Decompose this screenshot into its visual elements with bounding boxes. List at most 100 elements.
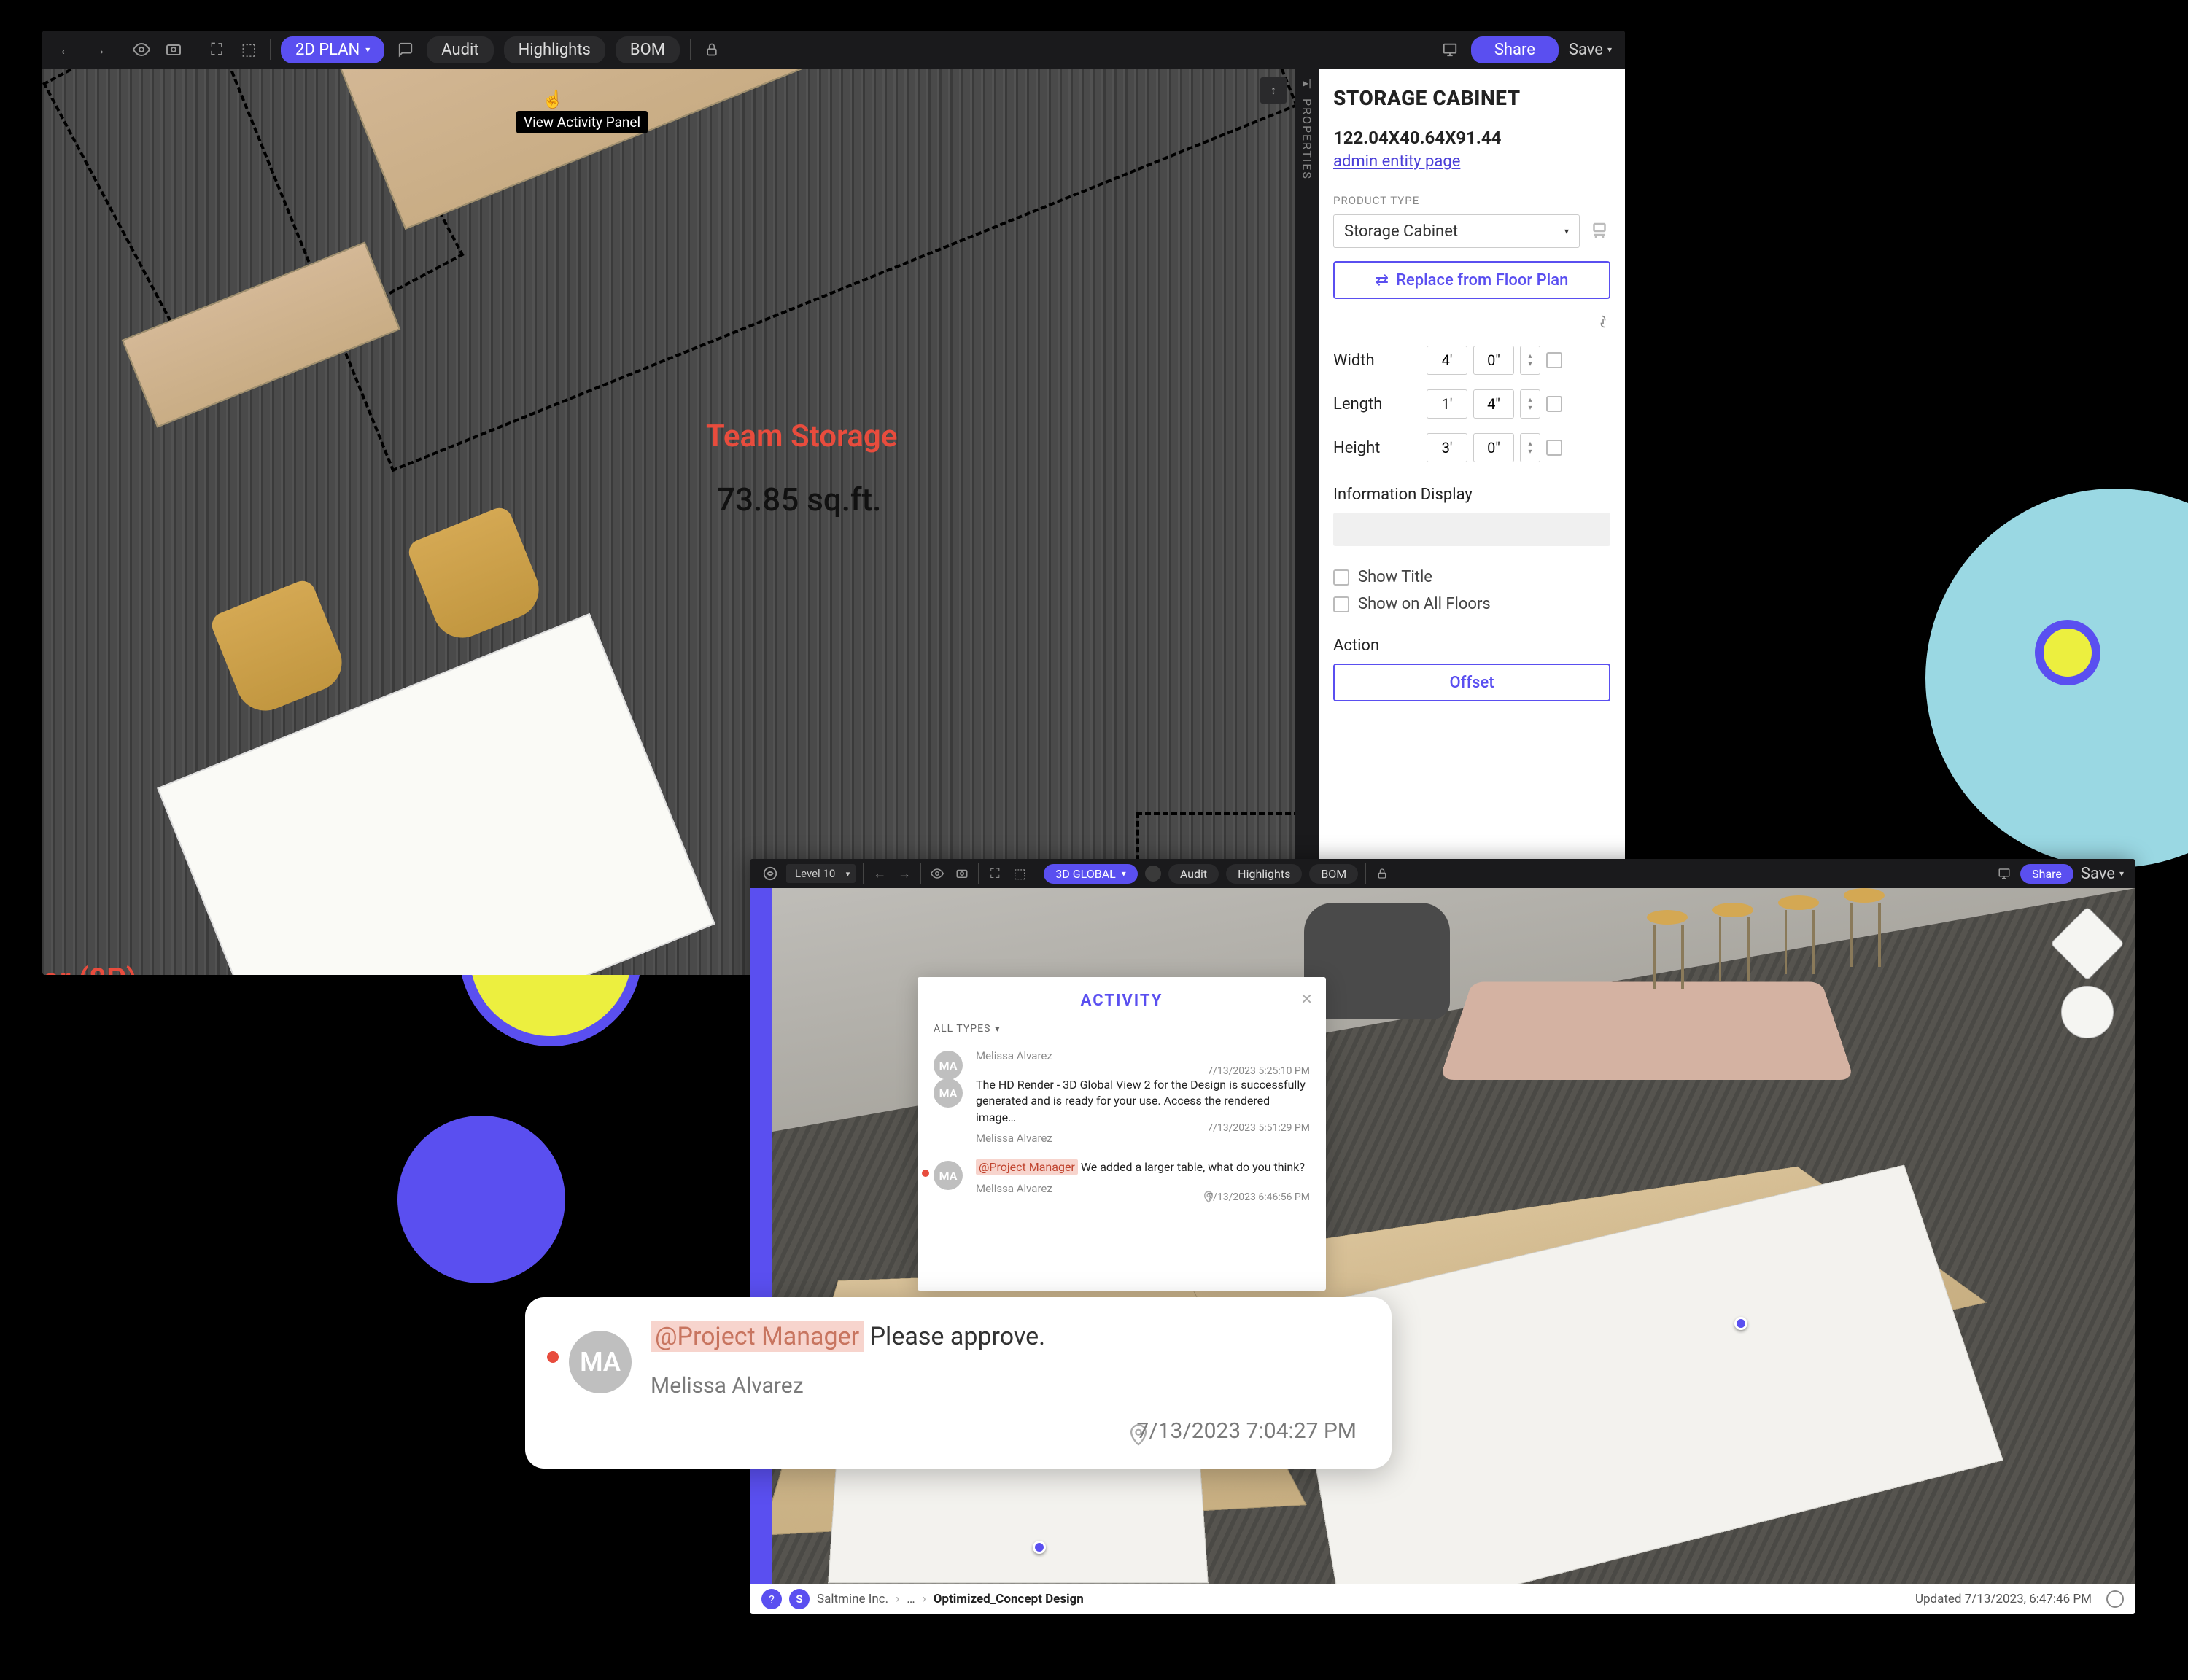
- share-button[interactable]: Share: [2020, 864, 2073, 884]
- cursor-pointer-icon: ☝: [542, 89, 564, 109]
- info-display-input[interactable]: [1333, 513, 1610, 546]
- breadcrumb-dots[interactable]: …: [907, 1592, 915, 1606]
- lock-icon[interactable]: [1373, 865, 1391, 882]
- breadcrumb-org[interactable]: Saltmine Inc.: [817, 1592, 888, 1606]
- mention: @Project Manager: [651, 1321, 864, 1352]
- window-3d-global: Level 10 ← → ⛶ ⬚ 3D GLOBAL ▾ Audit Highl…: [750, 859, 2135, 1614]
- org-badge-icon[interactable]: S: [789, 1589, 810, 1609]
- share-button[interactable]: Share: [1471, 36, 1559, 63]
- view-mode-selector[interactable]: 3D GLOBAL ▾: [1044, 864, 1138, 884]
- height-lock-checkbox[interactable]: [1546, 440, 1562, 456]
- furniture-lounge-chair[interactable]: [1304, 903, 1450, 1019]
- show-all-floors-row[interactable]: Show on All Floors: [1333, 595, 1610, 613]
- offset-button[interactable]: Offset: [1333, 664, 1610, 701]
- eye-icon[interactable]: [928, 865, 946, 882]
- width-stepper[interactable]: ▴▾: [1520, 346, 1540, 375]
- window-2d-plan: ← → ⛶ ⬚ 2D PLAN ▾ Audit Highlights BOM S: [42, 31, 1625, 975]
- activity-text: We added a larger table, what do you thi…: [1081, 1160, 1305, 1174]
- camera-icon[interactable]: [953, 865, 971, 882]
- expand-icon[interactable]: ⛶: [986, 865, 1004, 882]
- replace-label: Replace from Floor Plan: [1396, 271, 1568, 289]
- eye-icon[interactable]: [131, 39, 152, 61]
- width-lock-checkbox[interactable]: [1546, 352, 1562, 368]
- show-title-row[interactable]: Show Title: [1333, 568, 1610, 586]
- forward-icon[interactable]: →: [88, 39, 109, 61]
- camera-icon[interactable]: [163, 39, 185, 61]
- product-type-select[interactable]: Storage Cabinet ▾: [1333, 214, 1580, 248]
- navigation-disc[interactable]: [2061, 986, 2114, 1038]
- save-button[interactable]: Save ▾: [1569, 41, 1612, 59]
- separator: [863, 863, 864, 884]
- view-mode-selector[interactable]: 2D PLAN ▾: [281, 36, 384, 63]
- expand-icon[interactable]: ⛶: [206, 39, 228, 61]
- tab-bom[interactable]: BOM: [616, 36, 680, 63]
- save-button[interactable]: Save ▾: [2081, 865, 2124, 883]
- activity-item[interactable]: MA The HD Render - 3D Global View 2 for …: [934, 1077, 1310, 1145]
- tab-audit[interactable]: Audit: [427, 36, 493, 63]
- close-icon[interactable]: ✕: [1300, 990, 1313, 1008]
- comment-text: Please approve.: [870, 1322, 1046, 1351]
- comment-pin[interactable]: [1033, 1541, 1046, 1554]
- furniture-sofa[interactable]: [1440, 981, 1855, 1080]
- viewport-2d[interactable]: Team Storage 73.85 sq.ft. Di or (8P) ↕ ⛶: [42, 69, 1295, 975]
- mention: @Project Manager: [976, 1159, 1078, 1175]
- tab-highlights[interactable]: Highlights: [1226, 864, 1302, 884]
- furniture-barstool[interactable]: [1844, 888, 1888, 968]
- width-inch-input[interactable]: [1473, 346, 1514, 375]
- properties-tab-label: PROPERTIES: [1300, 98, 1314, 180]
- logo-icon[interactable]: [761, 865, 779, 882]
- width-row: Width ▴▾: [1333, 346, 1610, 375]
- chevron-down-icon: ▾: [1122, 868, 1126, 879]
- avatar: MA: [934, 1161, 963, 1190]
- collapse-icon: ▸|: [1303, 76, 1311, 90]
- viewport-3d[interactable]: ACTIVITY ✕ ALL TYPES ▾ MA Melissa Alvare…: [772, 888, 2135, 1584]
- admin-entity-link[interactable]: admin entity page: [1333, 152, 1460, 171]
- length-feet-input[interactable]: [1427, 389, 1467, 419]
- separator: [1365, 863, 1366, 884]
- replace-from-floorplan-button[interactable]: ⇄ Replace from Floor Plan: [1333, 261, 1610, 299]
- lock-icon[interactable]: [701, 39, 723, 61]
- tab-bom[interactable]: BOM: [1309, 864, 1358, 884]
- height-inch-input[interactable]: [1473, 433, 1514, 462]
- link-dimensions-icon[interactable]: [1596, 312, 1610, 331]
- activity-icon[interactable]: [395, 39, 416, 61]
- view-mode-label: 3D GLOBAL: [1055, 867, 1116, 881]
- furniture-barstool[interactable]: [1647, 910, 1691, 990]
- product-type-label: PRODUCT TYPE: [1333, 194, 1610, 207]
- activity-indicator-icon[interactable]: [1145, 866, 1161, 882]
- furniture-barstool[interactable]: [1712, 903, 1756, 983]
- breadcrumb-project[interactable]: Optimized_Concept Design: [934, 1592, 1084, 1606]
- present-icon[interactable]: [1995, 865, 2013, 882]
- furniture-barstool[interactable]: [1778, 895, 1822, 976]
- length-inch-input[interactable]: [1473, 389, 1514, 419]
- height-feet-input[interactable]: [1427, 433, 1467, 462]
- viewport-zoom-icon[interactable]: ↕: [1260, 77, 1287, 104]
- toolbar-b: Level 10 ← → ⛶ ⬚ 3D GLOBAL ▾ Audit Highl…: [750, 859, 2135, 888]
- activity-item[interactable]: MA @Project Manager We added a larger ta…: [934, 1159, 1310, 1194]
- length-lock-checkbox[interactable]: [1546, 396, 1562, 412]
- chevron-right-icon: ›: [896, 1592, 899, 1606]
- present-icon[interactable]: [1439, 39, 1461, 61]
- tab-highlights[interactable]: Highlights: [504, 36, 605, 63]
- comment-callout[interactable]: MA @Project Manager Please approve. Meli…: [525, 1297, 1392, 1469]
- width-feet-input[interactable]: [1427, 346, 1467, 375]
- height-stepper[interactable]: ▴▾: [1520, 433, 1540, 462]
- back-icon[interactable]: ←: [871, 865, 888, 882]
- comment-pin[interactable]: [1734, 1317, 1747, 1330]
- properties-tab[interactable]: ▸| PROPERTIES: [1295, 69, 1319, 975]
- level-selector[interactable]: Level 10: [786, 864, 856, 883]
- tab-audit[interactable]: Audit: [1168, 864, 1219, 884]
- length-stepper[interactable]: ▴▾: [1520, 389, 1540, 419]
- show-title-checkbox[interactable]: [1333, 569, 1349, 586]
- show-all-floors-checkbox[interactable]: [1333, 596, 1349, 612]
- room-area: 73.85 sq.ft.: [717, 481, 881, 518]
- forward-icon[interactable]: →: [896, 865, 913, 882]
- bounds-icon[interactable]: ⬚: [238, 39, 260, 61]
- help-icon[interactable]: ?: [761, 1589, 782, 1609]
- target-icon[interactable]: [2106, 1590, 2124, 1608]
- bounds-icon[interactable]: ⬚: [1011, 865, 1028, 882]
- back-icon[interactable]: ←: [55, 39, 77, 61]
- activity-filter[interactable]: ALL TYPES ▾: [934, 1023, 1310, 1035]
- chevron-down-icon: ▾: [2119, 868, 2124, 879]
- activity-item[interactable]: MA Melissa Alvarez 7/13/2023 5:25:10 PM: [934, 1049, 1310, 1062]
